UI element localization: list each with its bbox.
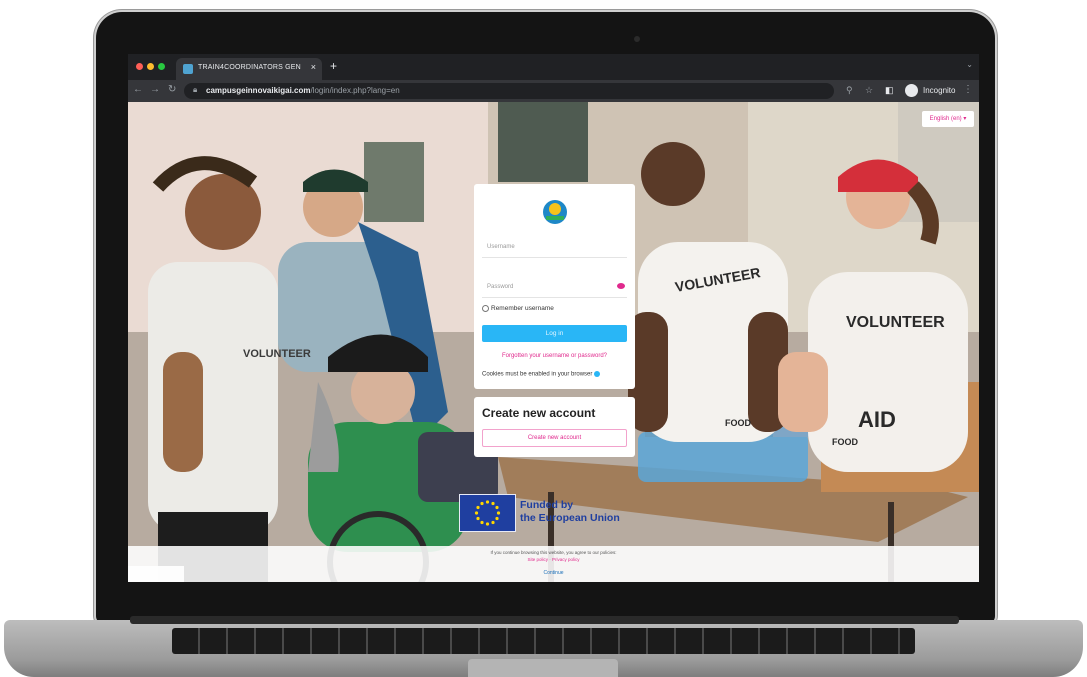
address-bar[interactable]: 🔒︎ campusgeinnovaikigai.com/login/index.…: [184, 83, 834, 99]
box-label: AID: [858, 407, 896, 432]
remember-label: Remember username: [491, 305, 554, 313]
create-account-card: Create new account Create new account: [474, 397, 635, 457]
laptop-hinge: [130, 616, 959, 624]
zoom-icon[interactable]: ⚲: [846, 85, 853, 96]
star-icon[interactable]: ☆: [865, 85, 873, 96]
web-page: VOLUNTEER VOLUNTEER VOLUNTEER FOOD AID F…: [128, 102, 979, 582]
cookies-notice-text: Cookies must be enabled in your browser: [482, 371, 593, 378]
continue-link[interactable]: Continue: [128, 570, 979, 576]
site-favicon-icon: [183, 64, 193, 74]
login-card: Username Password Remember username Log …: [474, 184, 635, 389]
laptop-trackpad: [468, 659, 618, 677]
password-field[interactable]: Password: [482, 279, 627, 298]
profile-label[interactable]: Incognito: [923, 86, 955, 95]
new-tab-button[interactable]: +: [330, 59, 337, 73]
lock-icon[interactable]: 🔒︎: [193, 85, 197, 95]
cookies-notice: Cookies must be enabled in your browser: [482, 371, 601, 378]
shirt-label: VOLUNTEER: [846, 314, 945, 331]
site-logo: [543, 200, 567, 224]
cookie-banner-text: If you continue browsing this website, y…: [490, 550, 617, 555]
box-label: FOOD: [725, 418, 751, 428]
policy-links[interactable]: Site policy · Privacy policy: [128, 557, 979, 562]
back-icon[interactable]: ←: [133, 84, 143, 95]
eu-funding-line2: the European Union: [520, 512, 620, 524]
eu-flag-icon: [459, 494, 516, 532]
tab-search-chevron-icon[interactable]: ⌄: [966, 60, 973, 69]
username-field[interactable]: Username: [482, 239, 627, 258]
create-account-title: Create new account: [482, 406, 596, 420]
browser-tab[interactable]: TRAIN4COORDINATORS GEN ×: [176, 58, 322, 80]
eu-stars-icon: [474, 500, 501, 526]
language-select[interactable]: English (en) ▾: [922, 111, 974, 127]
checkbox-icon[interactable]: [482, 305, 489, 312]
laptop-keyboard: [172, 628, 915, 654]
side-panel-icon[interactable]: ◧: [885, 85, 894, 96]
maximize-window-button[interactable]: [158, 63, 165, 70]
reload-icon[interactable]: ↻: [168, 84, 176, 95]
password-placeholder: Password: [487, 284, 514, 290]
box-label: FOOD: [832, 437, 858, 447]
shirt-label: VOLUNTEER: [243, 348, 311, 360]
reveal-password-icon[interactable]: [617, 283, 625, 289]
login-button[interactable]: Log in: [482, 325, 627, 342]
username-placeholder: Username: [487, 244, 515, 250]
footer-corner-box: [128, 566, 184, 582]
webcam: [634, 36, 640, 42]
forgot-password-link[interactable]: Forgotten your username or password?: [474, 353, 635, 359]
eu-funding-text: Funded by the European Union: [520, 499, 620, 525]
forward-icon[interactable]: →: [150, 84, 160, 95]
browser-tab-bar: TRAIN4COORDINATORS GEN × + ⌄: [128, 54, 979, 80]
tab-title: TRAIN4COORDINATORS GEN: [198, 64, 301, 71]
info-icon[interactable]: [594, 371, 601, 377]
browser-toolbar: ← → ↻ 🔒︎ campusgeinnovaikigai.com/login/…: [128, 80, 979, 102]
address-url: campusgeinnovaikigai.com/login/index.php…: [206, 86, 400, 95]
remember-username-checkbox[interactable]: Remember username: [482, 305, 554, 312]
close-window-button[interactable]: [136, 63, 143, 70]
eu-funding-line1: Funded by: [520, 499, 574, 511]
incognito-icon[interactable]: [905, 84, 918, 97]
laptop-screen: TRAIN4COORDINATORS GEN × + ⌄ ← → ↻ 🔒︎ ca…: [128, 54, 979, 582]
menu-icon[interactable]: ⋮: [963, 84, 973, 95]
tab-close-icon[interactable]: ×: [311, 62, 316, 72]
cookie-banner: If you continue browsing this website, y…: [128, 546, 979, 582]
create-account-button[interactable]: Create new account: [482, 429, 627, 447]
minimize-window-button[interactable]: [147, 63, 154, 70]
